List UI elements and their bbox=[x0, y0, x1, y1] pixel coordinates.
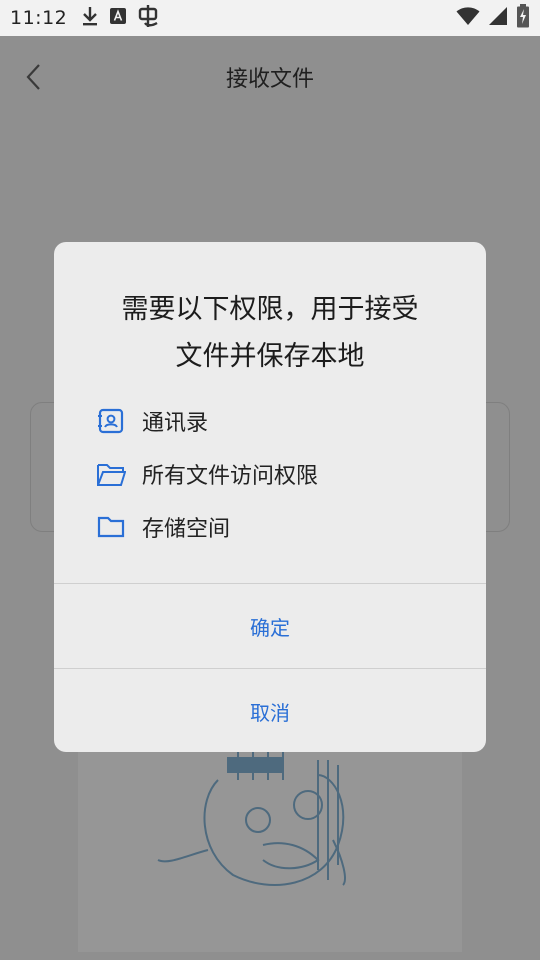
back-button[interactable] bbox=[22, 62, 46, 92]
translate-icon bbox=[109, 7, 127, 29]
folder-icon bbox=[96, 512, 126, 542]
signal-icon bbox=[488, 6, 508, 30]
permission-label: 所有文件访问权限 bbox=[142, 464, 319, 489]
app-icon bbox=[137, 4, 161, 32]
permission-label: 通讯录 bbox=[142, 411, 209, 436]
chevron-left-icon bbox=[26, 64, 40, 90]
battery-charging-icon bbox=[516, 4, 530, 32]
dialog-heading-line-2: 文件并保存本地 bbox=[175, 341, 365, 372]
permission-label: 存储空间 bbox=[142, 517, 231, 542]
confirm-button[interactable]: 确定 bbox=[54, 584, 486, 668]
permission-dialog: 需要以下权限，用于接受 文件并保存本地 通讯录 所有文件访问权限 存储空间 确定… bbox=[54, 242, 486, 752]
wifi-icon bbox=[456, 6, 480, 30]
dialog-heading: 需要以下权限，用于接受 文件并保存本地 bbox=[54, 286, 486, 380]
download-icon bbox=[81, 5, 99, 31]
status-bar: 11:12 bbox=[0, 0, 540, 36]
status-left-icons bbox=[81, 4, 161, 32]
contacts-icon bbox=[96, 406, 126, 436]
permission-item-storage: 存储空间 bbox=[96, 507, 230, 547]
cancel-button[interactable]: 取消 bbox=[54, 669, 486, 752]
permission-item-contacts: 通讯录 bbox=[96, 401, 208, 441]
folder-open-icon bbox=[96, 459, 126, 489]
status-right-icons bbox=[456, 4, 530, 32]
page-title: 接收文件 bbox=[225, 67, 314, 92]
permission-item-all-files: 所有文件访问权限 bbox=[96, 454, 318, 494]
dialog-heading-line-1: 需要以下权限，用于接受 bbox=[121, 294, 419, 325]
status-time: 11:12 bbox=[10, 7, 68, 29]
app-bar: 接收文件 bbox=[0, 36, 540, 118]
